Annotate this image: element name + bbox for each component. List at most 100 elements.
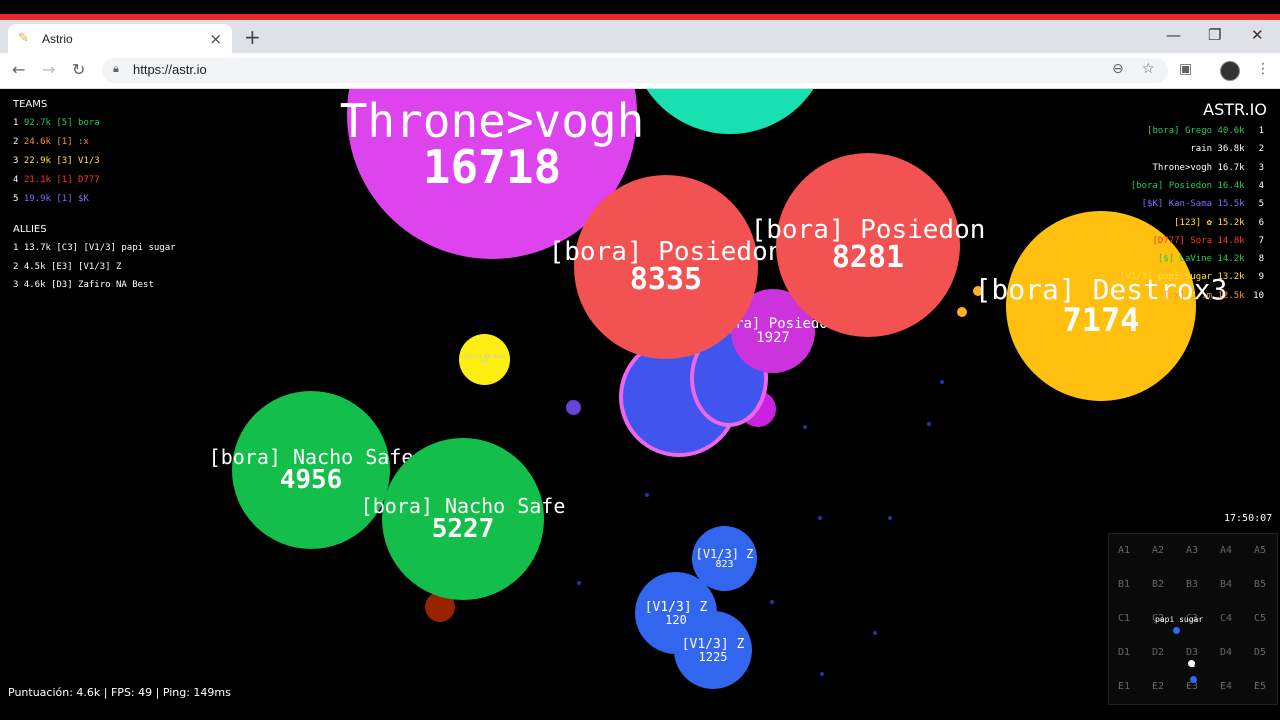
game-canvas[interactable]: Throne>vogh 16718 [bora] Posiedon 1927 [… (0, 89, 1280, 720)
extension-icon[interactable]: ▣ (1179, 61, 1192, 77)
leaderboard-row: [bora] Grego 40.6k 1 (1147, 126, 1264, 136)
minimap-cell: D5 (1254, 647, 1267, 658)
team-rank: 4 (13, 175, 24, 185)
minimap-cell: C4 (1220, 613, 1233, 624)
player-cell-nacho-2: [bora] Nacho Safe 5227 (361, 438, 565, 600)
minimap-cell: A4 (1220, 545, 1233, 556)
close-window-button[interactable]: ✕ (1251, 26, 1264, 44)
leaderboard-name: [V1/3] papi sugar (1119, 272, 1218, 283)
ally-name: [V1/3] papi sugar (83, 243, 176, 253)
leaderboard-row: [bora] Posiedon 16.4k 4 (1131, 181, 1264, 191)
minimap-cell: B2 (1152, 579, 1165, 590)
pellet (957, 307, 967, 317)
minimap-cell: B4 (1220, 579, 1233, 590)
pellet (927, 422, 931, 426)
profile-avatar[interactable] (1220, 61, 1240, 81)
minimap-ally-dot (1190, 676, 1197, 683)
minimap-cell: D2 (1152, 647, 1165, 658)
minimap-cell: D1 (1118, 647, 1131, 658)
new-tab-button[interactable]: + (244, 27, 261, 47)
pellet (888, 516, 892, 520)
leaderboard-rank: 3 (1258, 162, 1264, 173)
team-rank: 2 (13, 137, 24, 147)
status-bar: Puntuación: 4.6k | FPS: 49 | Ping: 149ms (8, 686, 231, 699)
ally-mass: 13.7k (23, 243, 57, 253)
team-mass: 21.1k (23, 175, 57, 185)
pellet (770, 600, 774, 604)
leaderboard-row: [123] ✿ 15.2k 6 (1174, 218, 1264, 228)
team-count: [1] (56, 175, 79, 185)
leaderboard-row: [V1/3] papi sugar 13.2k 9 (1120, 272, 1264, 282)
leaderboard-name: Throne>vogh (1152, 162, 1218, 173)
tab-close-button[interactable]: × (209, 31, 222, 46)
team-name: D777 (78, 175, 100, 185)
ally-rank: 1 (13, 243, 24, 253)
leaderboard-name: [123] ✿ (1174, 217, 1218, 228)
leaderboard-rank: 8 (1258, 254, 1264, 265)
back-icon[interactable]: ← (12, 60, 25, 80)
leaderboard-name: [D777] Sora (1152, 235, 1218, 246)
minimap-cell: A5 (1254, 545, 1267, 556)
team-row: 5 19.9k [1] $K (13, 194, 100, 213)
tab-title: Astrio (42, 31, 73, 46)
team-row: 4 21.1k [1] D777 (13, 175, 100, 194)
bookmark-star-icon[interactable]: ☆ (1142, 61, 1155, 77)
leaderboard-rank: 1 (1258, 126, 1264, 136)
player-cell-teal (630, 89, 830, 134)
reload-icon[interactable]: ↻ (72, 60, 85, 80)
minimap-cell: E4 (1220, 681, 1233, 692)
minimap-cell: A2 (1152, 545, 1165, 556)
browser-tab[interactable]: ✎ Astrio × (8, 24, 232, 53)
leaderboard-rank: 6 (1258, 217, 1264, 228)
pellet (803, 425, 807, 429)
zoom-icon[interactable]: ⊖ (1112, 61, 1124, 77)
lock-icon[interactable]: 🔒︎ (113, 62, 119, 76)
pellet (873, 631, 877, 635)
teams-list: 1 92.7k [5] bora 2 24.6k [1] :x 3 22.9k [3… (13, 118, 100, 213)
pellet (645, 493, 649, 497)
team-rank: 5 (13, 194, 24, 204)
favicon-icon: ✎ (18, 30, 29, 46)
pellet (577, 581, 581, 585)
leaderboard-row: Throne>vogh 16.7k 3 (1152, 163, 1264, 173)
ally-cell: [E3] (50, 261, 79, 272)
ally-name: [V1/3] Z (78, 261, 122, 272)
minimap-player-label: papi sugar (1155, 615, 1204, 624)
minimap-cell: D4 (1220, 647, 1233, 658)
address-bar[interactable] (102, 58, 1168, 83)
minimap-cell: B3 (1186, 579, 1199, 590)
minimap: A1 A2 A3 A4 A5 B1 B2 B3 B4 B5 C1 C2 C3 C4 C5 D1 D2 D3 D4 D5… (1108, 533, 1278, 705)
pellet (820, 672, 824, 676)
leaderboard-mass: 14.2k (1217, 254, 1250, 265)
menu-icon[interactable]: ⋮ (1256, 61, 1270, 77)
pellet (566, 400, 581, 415)
player-cell-zafiro: Zafiro NA Best 461 (459, 334, 510, 385)
top-strip (0, 0, 1280, 14)
restore-button[interactable]: ❐ (1208, 26, 1221, 44)
teams-header: TEAMS (13, 99, 48, 110)
ally-cell: [C3] (56, 243, 84, 253)
forward-icon[interactable]: → (42, 60, 55, 80)
leaderboard-name: [:x] ...m (1163, 290, 1218, 301)
leaderboard-row: [$K] Kan-Sama 15.5k 5 (1142, 199, 1264, 209)
minimap-cell: A3 (1186, 545, 1199, 556)
team-count: [1] (56, 137, 79, 147)
leaderboard-title: ASTR.IO (1203, 100, 1267, 119)
ally-cell: [D3] (50, 280, 79, 290)
leaderboard-rank: 9 (1258, 272, 1264, 283)
url-text[interactable]: https://astr.io (133, 62, 207, 77)
leaderboard-row: [D777] Sora 14.8k 7 (1152, 236, 1264, 246)
leaderboard-row: [:x] ...m 12.5k 10 (1163, 291, 1264, 301)
leaderboard-row: rain 36.8k 2 (1190, 144, 1264, 154)
team-rank: 3 (13, 156, 24, 166)
minimize-button[interactable]: — (1166, 26, 1181, 44)
minimap-cell: A1 (1118, 545, 1131, 556)
leaderboard-name: [bora] Posiedon (1130, 180, 1218, 191)
minimap-cell: B5 (1254, 579, 1267, 590)
ally-row: 3 4.6k [D3] Zafiro NA Best (13, 280, 176, 299)
leaderboard-mass: 12.5k (1217, 290, 1250, 301)
player-cell-posiedon-1: [bora] Posiedon 8335 (549, 175, 783, 359)
player-cell-posiedon-2: [bora] Posiedon 8281 (751, 153, 985, 337)
ally-name: Zafiro NA Best (78, 280, 154, 290)
team-count: [1] (56, 194, 79, 204)
